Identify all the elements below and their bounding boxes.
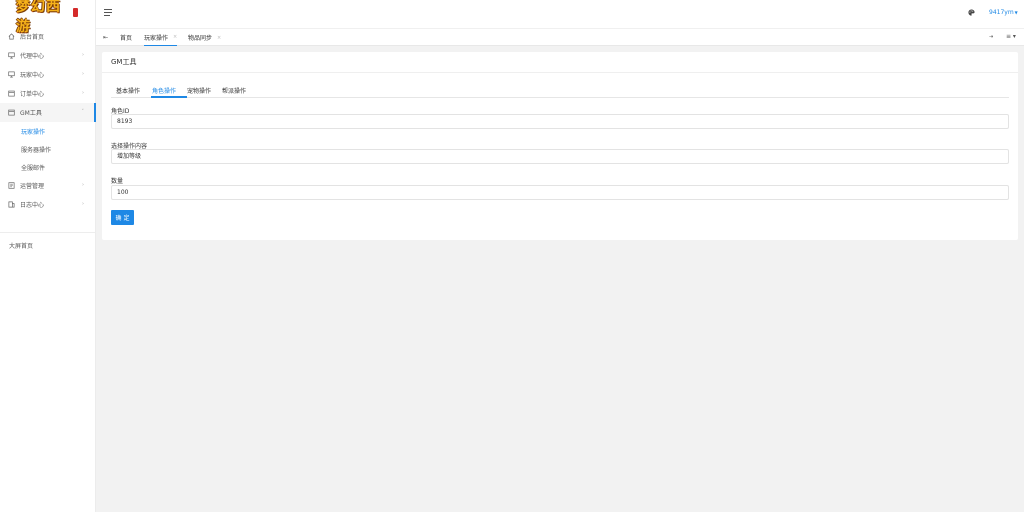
tab-label: 首页	[120, 35, 133, 42]
subtab-active-indicator	[151, 96, 187, 98]
log-icon	[8, 201, 15, 208]
gm-tool-card: GM工具 基本操作 角色操作 宠物操作 帮派操作 角色ID 8193 选择操作内…	[102, 52, 1018, 240]
sidebar-subitem-label: 玩家操作	[21, 128, 46, 136]
confirm-button[interactable]: 确 定	[111, 210, 134, 225]
sidebar-item-agent-center[interactable]: 代理中心 ›	[0, 46, 96, 65]
caret-down-icon: ▼	[1014, 10, 1018, 15]
sidebar-item-gm-tools[interactable]: GM工具 ˅	[0, 103, 96, 122]
sidebar-item-home[interactable]: 后台首页	[0, 27, 96, 46]
calendar-icon	[8, 109, 15, 116]
sidebar-subitem-label: 服务器操作	[21, 146, 52, 154]
sidebar-subitem-server-ops[interactable]: 服务器操作	[0, 140, 96, 158]
sidebar-item-label: 运营管理	[20, 183, 45, 190]
tab-label: 玩家操作	[144, 34, 169, 42]
card-title: GM工具	[102, 52, 1018, 73]
subtab-pet[interactable]: 宠物操作	[187, 86, 211, 95]
close-icon[interactable]: ×	[217, 35, 221, 41]
subtab-basic[interactable]: 基本操作	[116, 86, 140, 95]
sidebar-item-player-center[interactable]: 玩家中心 ›	[0, 65, 96, 84]
chevron-down-icon: ˅	[81, 109, 85, 115]
tab-item-sync[interactable]: 物品同步 ×	[188, 29, 221, 46]
book-icon	[8, 182, 15, 189]
sidebar-nav: 后台首页 代理中心 › 玩家中心 › 订单中心 › GM工具 ˅ 玩家操作 服务…	[0, 27, 96, 214]
logo-badge	[73, 7, 78, 17]
tabs-menu-icon[interactable]: ≡ ▾	[1006, 33, 1016, 40]
tabs-scroll-left-icon[interactable]: ⇤	[103, 34, 108, 41]
sidebar-item-operations[interactable]: 运营管理 ›	[0, 176, 96, 195]
user-name: 9417ym	[989, 9, 1014, 16]
subtabs: 基本操作 角色操作 宠物操作 帮派操作	[111, 82, 1009, 98]
sidebar-item-label: 玩家中心	[20, 72, 45, 79]
tab-player-ops[interactable]: 玩家操作 ×	[144, 29, 178, 46]
user-menu[interactable]: 9417ym▼	[989, 9, 1018, 16]
tab-home[interactable]: 首页	[120, 29, 132, 46]
sidebar-item-label: 后台首页	[20, 34, 45, 41]
sidebar-subitem-global-mail[interactable]: 全服邮件	[0, 158, 96, 176]
subtab-role[interactable]: 角色操作	[152, 86, 176, 95]
monitor-icon	[8, 52, 15, 59]
sidebar-item-label: GM工具	[20, 110, 42, 117]
sidebar-subitem-label: 全服邮件	[21, 164, 46, 172]
sidebar-item-label: 代理中心	[20, 53, 45, 60]
quantity-label: 数量	[111, 178, 124, 185]
operation-select[interactable]: 增加等级	[111, 149, 1009, 164]
home-icon	[8, 33, 15, 40]
sidebar-subitem-player-ops[interactable]: 玩家操作	[0, 122, 96, 140]
menu-toggle-icon[interactable]	[104, 9, 112, 17]
topbar: 9417ym▼	[96, 0, 1024, 28]
sidebar-divider	[0, 232, 95, 233]
tabs-scroll-right-icon[interactable]: ⇥	[989, 34, 993, 40]
tabs-bar: ⇤ 首页 玩家操作 × 物品同步 × ⇥ ≡ ▾	[96, 28, 1024, 46]
sidebar-item-label: 订单中心	[20, 91, 45, 98]
sidebar-item-label: 日志中心	[20, 202, 45, 209]
monitor-icon	[8, 71, 15, 78]
calendar-icon	[8, 90, 15, 97]
logo[interactable]: 梦幻西游	[16, 0, 78, 35]
chevron-right-icon: ›	[82, 182, 84, 188]
sidebar-item-order-center[interactable]: 订单中心 ›	[0, 84, 96, 103]
tab-label: 物品同步	[188, 35, 213, 42]
sidebar-item-log-center[interactable]: 日志中心 ›	[0, 195, 96, 214]
palette-icon[interactable]	[968, 9, 975, 16]
role-id-input[interactable]: 8193	[111, 114, 1009, 129]
big-screen-link[interactable]: 大屏首页	[9, 241, 33, 250]
chevron-right-icon: ›	[82, 201, 84, 207]
close-icon[interactable]: ×	[173, 34, 177, 40]
sidebar: 梦幻西游 后台首页 代理中心 › 玩家中心 › 订单中心 › GM工具 ˅ 玩家…	[0, 0, 96, 512]
chevron-right-icon: ›	[82, 52, 84, 58]
quantity-input[interactable]: 100	[111, 185, 1009, 200]
subtab-guild[interactable]: 帮派操作	[222, 86, 246, 95]
chevron-right-icon: ›	[82, 90, 84, 96]
chevron-right-icon: ›	[82, 71, 84, 77]
